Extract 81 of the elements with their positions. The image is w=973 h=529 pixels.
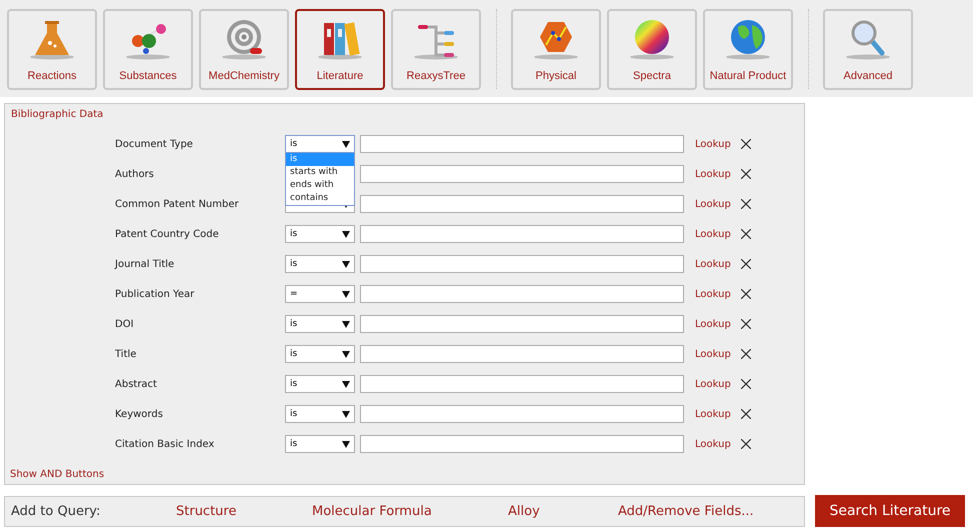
lookup-link[interactable]: Lookup	[695, 408, 731, 420]
field-label: Citation Basic Index	[115, 438, 216, 450]
close-icon[interactable]	[740, 439, 751, 449]
input-field[interactable]	[360, 345, 684, 363]
field-label: Abstract	[115, 378, 158, 390]
operator-select[interactable]: is	[285, 435, 355, 453]
input-field[interactable]	[360, 285, 684, 303]
lookup-link[interactable]: Lookup	[695, 228, 731, 240]
operator-select[interactable]: is	[285, 225, 355, 243]
input-field[interactable]	[360, 225, 684, 243]
caret-icon	[342, 290, 350, 298]
toolbar-tile[interactable]: Natural Product	[703, 9, 793, 90]
field-label: Journal Title	[115, 258, 176, 270]
operator-select[interactable]: is	[285, 255, 355, 273]
field-label: DOI	[115, 318, 135, 330]
close-icon[interactable]	[740, 319, 751, 329]
operator-select[interactable]: is	[285, 315, 355, 333]
close-icon[interactable]	[740, 229, 751, 239]
field-label: Authors	[115, 168, 155, 180]
caret-icon	[342, 320, 350, 328]
operator-select[interactable]: is	[285, 405, 355, 423]
caret-icon	[342, 230, 350, 238]
caret-icon	[342, 380, 350, 388]
field-label: Common Patent Number	[115, 198, 240, 210]
close-icon[interactable]	[740, 379, 751, 389]
show-and-buttons-link[interactable]: Show AND Buttons	[10, 469, 104, 480]
close-icon[interactable]	[740, 199, 751, 209]
input-field[interactable]	[360, 195, 684, 213]
input-field[interactable]	[360, 375, 684, 393]
caret-icon	[342, 440, 350, 448]
toolbar-tile[interactable]: Reactions	[7, 9, 97, 90]
lookup-link[interactable]: Lookup	[695, 318, 731, 330]
lookup-link[interactable]: Lookup	[695, 258, 731, 270]
toolbar-tile[interactable]: Physical	[511, 9, 601, 90]
input-field[interactable]	[360, 165, 684, 183]
operator-select[interactable]: is	[285, 135, 355, 153]
toolbar-tile[interactable]: ReaxysTree	[391, 9, 481, 90]
field-label: Patent Country Code	[115, 228, 220, 240]
operator-select[interactable]: is	[285, 345, 355, 363]
close-icon[interactable]	[740, 409, 751, 419]
close-icon[interactable]	[740, 349, 751, 359]
field-label: Publication Year	[115, 288, 196, 300]
input-field[interactable]	[360, 315, 684, 333]
toolbar-tile[interactable]: Advanced	[823, 9, 913, 90]
lookup-link[interactable]: Lookup	[695, 288, 731, 300]
search-button[interactable]: Search Literature	[815, 495, 965, 527]
query-link[interactable]: Alloy	[508, 504, 618, 518]
input-field[interactable]	[360, 255, 684, 273]
toolbar-tile[interactable]: Spectra	[607, 9, 697, 90]
input-field[interactable]	[360, 435, 684, 453]
lookup-link[interactable]: Lookup	[695, 138, 731, 150]
query-link[interactable]: Add/Remove Fields...	[618, 504, 754, 518]
lookup-link[interactable]: Lookup	[695, 168, 731, 180]
close-icon[interactable]	[740, 139, 751, 149]
caret-icon	[342, 350, 350, 358]
toolbar-tile[interactable]: MedChemistry	[199, 9, 289, 90]
lookup-link[interactable]: Lookup	[695, 348, 731, 360]
caret-icon	[342, 260, 350, 268]
query-label: Add to Query:	[11, 504, 102, 518]
lookup-link[interactable]: Lookup	[695, 378, 731, 390]
input-field[interactable]	[360, 405, 684, 423]
operator-select[interactable]: =	[285, 285, 355, 303]
close-icon[interactable]	[740, 289, 751, 299]
dropdown-option[interactable]: contains	[286, 192, 354, 205]
toolbar-tile[interactable]: Substances	[103, 9, 193, 90]
lookup-link[interactable]: Lookup	[695, 438, 731, 450]
field-label: Document Type	[115, 138, 194, 150]
operator-select[interactable]: is	[285, 375, 355, 393]
close-icon[interactable]	[740, 259, 751, 269]
field-label: Keywords	[115, 408, 164, 420]
field-label: Title	[115, 348, 138, 360]
dropdown-option[interactable]: starts with	[286, 166, 354, 179]
dropdown-option[interactable]: ends with	[286, 179, 354, 192]
toolbar-tile[interactable]: Literature	[295, 9, 385, 90]
query-link[interactable]: Molecular Formula	[312, 504, 508, 518]
query-link[interactable]: Structure	[176, 504, 312, 518]
input-field[interactable]	[360, 135, 684, 153]
caret-icon	[342, 410, 350, 418]
close-icon[interactable]	[740, 169, 751, 179]
panel-title: Bibliographic Data	[11, 109, 104, 120]
lookup-link[interactable]: Lookup	[695, 198, 731, 210]
